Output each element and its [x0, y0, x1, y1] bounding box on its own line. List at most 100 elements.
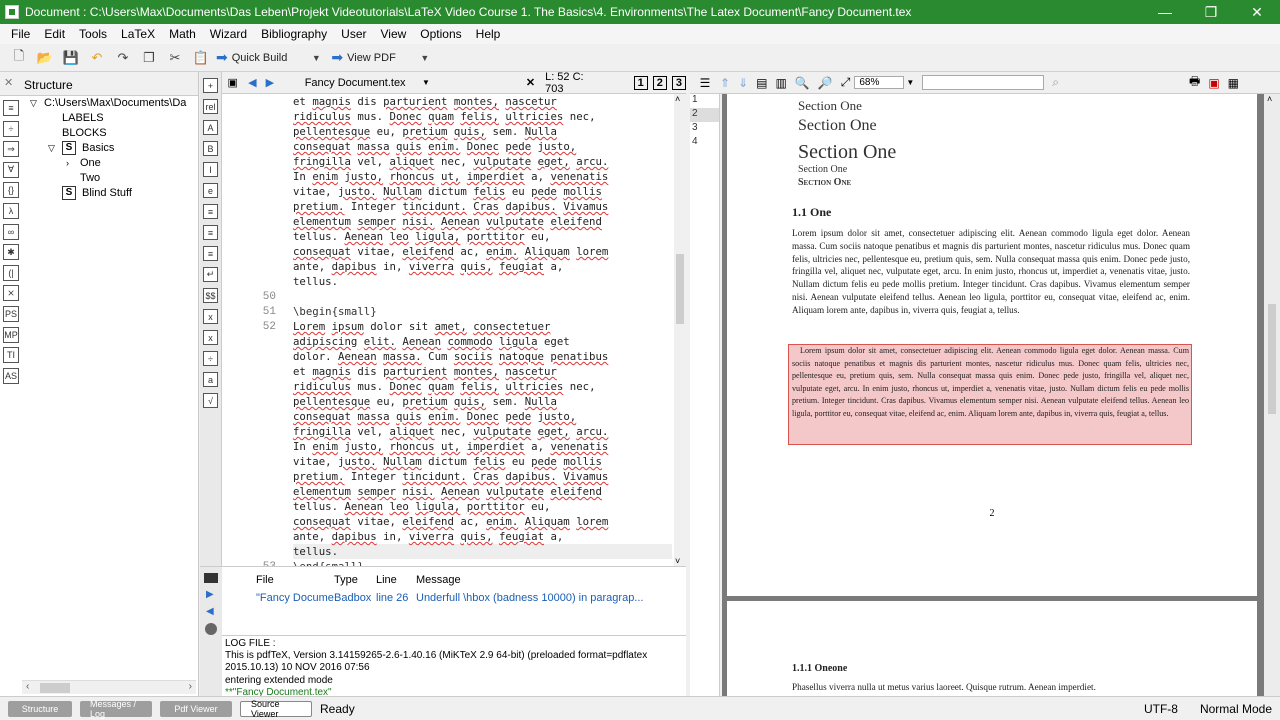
scroll-thumb[interactable] — [40, 683, 70, 693]
stop-icon[interactable] — [205, 623, 217, 635]
prev-error-icon[interactable]: ◀ — [206, 606, 216, 617]
quick-build-dropdown-icon[interactable]: ▼ — [305, 48, 327, 68]
undo-icon[interactable]: ↶ — [86, 48, 108, 68]
tree-item[interactable]: ▽ C:\Users\Max\Documents\Da — [22, 96, 198, 111]
tree-item[interactable]: BLOCKS — [22, 126, 198, 141]
latex-tool-icon[interactable]: ≡ — [203, 225, 218, 240]
view-pdf-arrow-icon[interactable]: ➡ — [331, 49, 343, 66]
new-file-icon[interactable]: 🗋 — [8, 48, 30, 68]
latex-tool-icon[interactable]: ↵ — [203, 267, 218, 282]
structure-tool-icon[interactable]: ∀ — [3, 161, 19, 178]
expand-icon[interactable]: ▽ — [30, 96, 44, 111]
latex-tool-icon[interactable]: ≡ — [203, 246, 218, 261]
tree-item[interactable]: Two — [22, 171, 198, 186]
structure-tool-icon[interactable]: TI — [3, 347, 19, 364]
view-1-button[interactable]: 1 — [633, 75, 648, 90]
pdf-search-input[interactable] — [922, 75, 1045, 90]
latex-tool-icon[interactable]: e — [203, 183, 218, 198]
zoom-in-icon[interactable]: 🔍 — [795, 76, 810, 90]
latex-tool-icon[interactable]: ÷ — [203, 351, 218, 366]
tab-structure[interactable]: Structure — [8, 700, 72, 717]
menu-file[interactable]: File — [4, 27, 37, 41]
editor-scroll-thumb[interactable] — [676, 254, 684, 324]
copy-icon[interactable]: ❐ — [138, 48, 160, 68]
menu-user[interactable]: User — [334, 27, 373, 41]
view-3-button[interactable]: 3 — [671, 75, 687, 90]
structure-tool-icon[interactable]: AS — [3, 367, 19, 384]
latex-tool-icon[interactable]: ≡ — [203, 204, 218, 219]
table-row[interactable]: "Fancy Document.tex Badbox line 26 Under… — [222, 589, 686, 607]
tree-item[interactable]: › One — [22, 156, 198, 171]
structure-tool-icon[interactable]: (| — [3, 264, 19, 281]
latex-tool-icon[interactable]: a — [203, 372, 218, 387]
structure-tool-icon[interactable]: ∞ — [3, 223, 19, 240]
zoom-dropdown-icon[interactable]: ▼ — [906, 78, 914, 87]
expand-icon[interactable]: ▽ — [48, 141, 62, 156]
editor-filename[interactable]: Fancy Document.tex — [305, 77, 422, 89]
latex-tool-icon[interactable]: + — [203, 78, 218, 93]
structure-tool-icon[interactable]: ⨯ — [3, 285, 19, 302]
print-icon[interactable]: 🖶 — [1189, 72, 1200, 93]
menu-bibliography[interactable]: Bibliography — [254, 27, 334, 41]
scroll-down-icon[interactable]: ˅ — [675, 556, 680, 566]
view-pdf-dropdown-icon[interactable]: ▼ — [414, 48, 436, 68]
close-button[interactable]: ✕ — [1234, 0, 1280, 24]
menu-options[interactable]: Options — [413, 27, 468, 41]
quick-build-button[interactable]: Quick Build — [232, 52, 288, 64]
maximize-button[interactable]: ❐ — [1188, 0, 1234, 24]
structure-tool-icon[interactable]: MP — [3, 326, 19, 343]
latex-tool-icon[interactable]: $$ — [203, 288, 218, 303]
next-doc-icon[interactable]: ▶ — [261, 76, 279, 89]
tab-source-viewer[interactable]: Source Viewer — [240, 699, 312, 719]
latex-tool-icon[interactable]: rel — [203, 99, 218, 114]
structure-tool-icon[interactable]: PS — [3, 305, 19, 322]
pdf-up-icon[interactable]: ⇑ — [720, 76, 730, 90]
thumb-item[interactable]: 2 — [690, 108, 719, 122]
tab-messages-log[interactable]: Messages / Log — [80, 699, 152, 719]
structure-tool-icon[interactable]: ÷ — [3, 120, 19, 137]
next-error-icon[interactable]: ▶ — [206, 589, 216, 600]
terminal-icon[interactable] — [204, 573, 218, 583]
code-editor[interactable]: 50515253 et magnis dis parturient montes… — [222, 94, 686, 566]
external-viewer-icon[interactable]: ▣ — [1208, 76, 1219, 90]
scroll-left-icon[interactable]: ‹ — [26, 681, 29, 692]
expand-icon[interactable]: › — [66, 156, 80, 171]
zoom-level[interactable]: 68% — [854, 76, 905, 89]
structure-horizontal-scrollbar[interactable]: ‹ › — [22, 680, 196, 694]
latex-tool-icon[interactable]: x — [203, 330, 218, 345]
log-output[interactable]: LOG FILE : This is pdfTeX, Version 3.141… — [222, 635, 686, 697]
menu-math[interactable]: Math — [162, 27, 203, 41]
close-file-icon[interactable]: ✕ — [526, 76, 535, 89]
latex-tool-icon[interactable]: x — [203, 309, 218, 324]
cut-icon[interactable]: ✂ — [164, 48, 186, 68]
editor-vertical-scrollbar[interactable]: ˄ ˅ — [674, 94, 686, 566]
menu-latex[interactable]: LaTeX — [114, 27, 162, 41]
view-2-button[interactable]: 2 — [652, 75, 667, 90]
prev-doc-icon[interactable]: ◀ — [244, 76, 262, 89]
pdf-vertical-scrollbar[interactable]: ˄ — [1264, 94, 1280, 696]
menu-help[interactable]: Help — [469, 27, 508, 41]
paste-icon[interactable]: 📋 — [190, 48, 212, 68]
pdf-page-icon[interactable]: ▤ — [756, 76, 767, 90]
view-pdf-button[interactable]: View PDF — [347, 52, 396, 64]
menu-tools[interactable]: Tools — [72, 27, 114, 41]
latex-tool-icon[interactable]: A — [203, 120, 218, 135]
pdf-close-icon[interactable]: ▦ — [1228, 76, 1239, 90]
latex-tool-icon[interactable]: B — [203, 141, 218, 156]
scroll-up-icon[interactable]: ˄ — [675, 94, 680, 104]
structure-tool-icon[interactable]: ✱ — [3, 244, 19, 261]
minimize-button[interactable]: — — [1142, 0, 1188, 24]
zoom-fit-icon[interactable]: ⤢ — [841, 75, 851, 90]
open-file-icon[interactable]: 📂 — [34, 48, 56, 68]
tab-pdf-viewer[interactable]: Pdf Viewer — [160, 700, 232, 717]
pdf-pages-icon[interactable]: ▥ — [775, 76, 786, 90]
pdf-scroll-up-icon[interactable]: ˄ — [1267, 94, 1272, 104]
menu-view[interactable]: View — [374, 27, 414, 41]
encoding-indicator[interactable]: UTF-8 — [1144, 702, 1178, 716]
structure-tool-icon[interactable]: {} — [3, 182, 19, 199]
save-icon[interactable]: 💾 — [60, 48, 82, 68]
tree-item[interactable]: S Blind Stuff — [22, 186, 198, 201]
latex-tool-icon[interactable]: I — [203, 162, 218, 177]
structure-tool-icon[interactable]: λ — [3, 202, 19, 219]
pdf-scroll-thumb[interactable] — [1268, 304, 1276, 414]
